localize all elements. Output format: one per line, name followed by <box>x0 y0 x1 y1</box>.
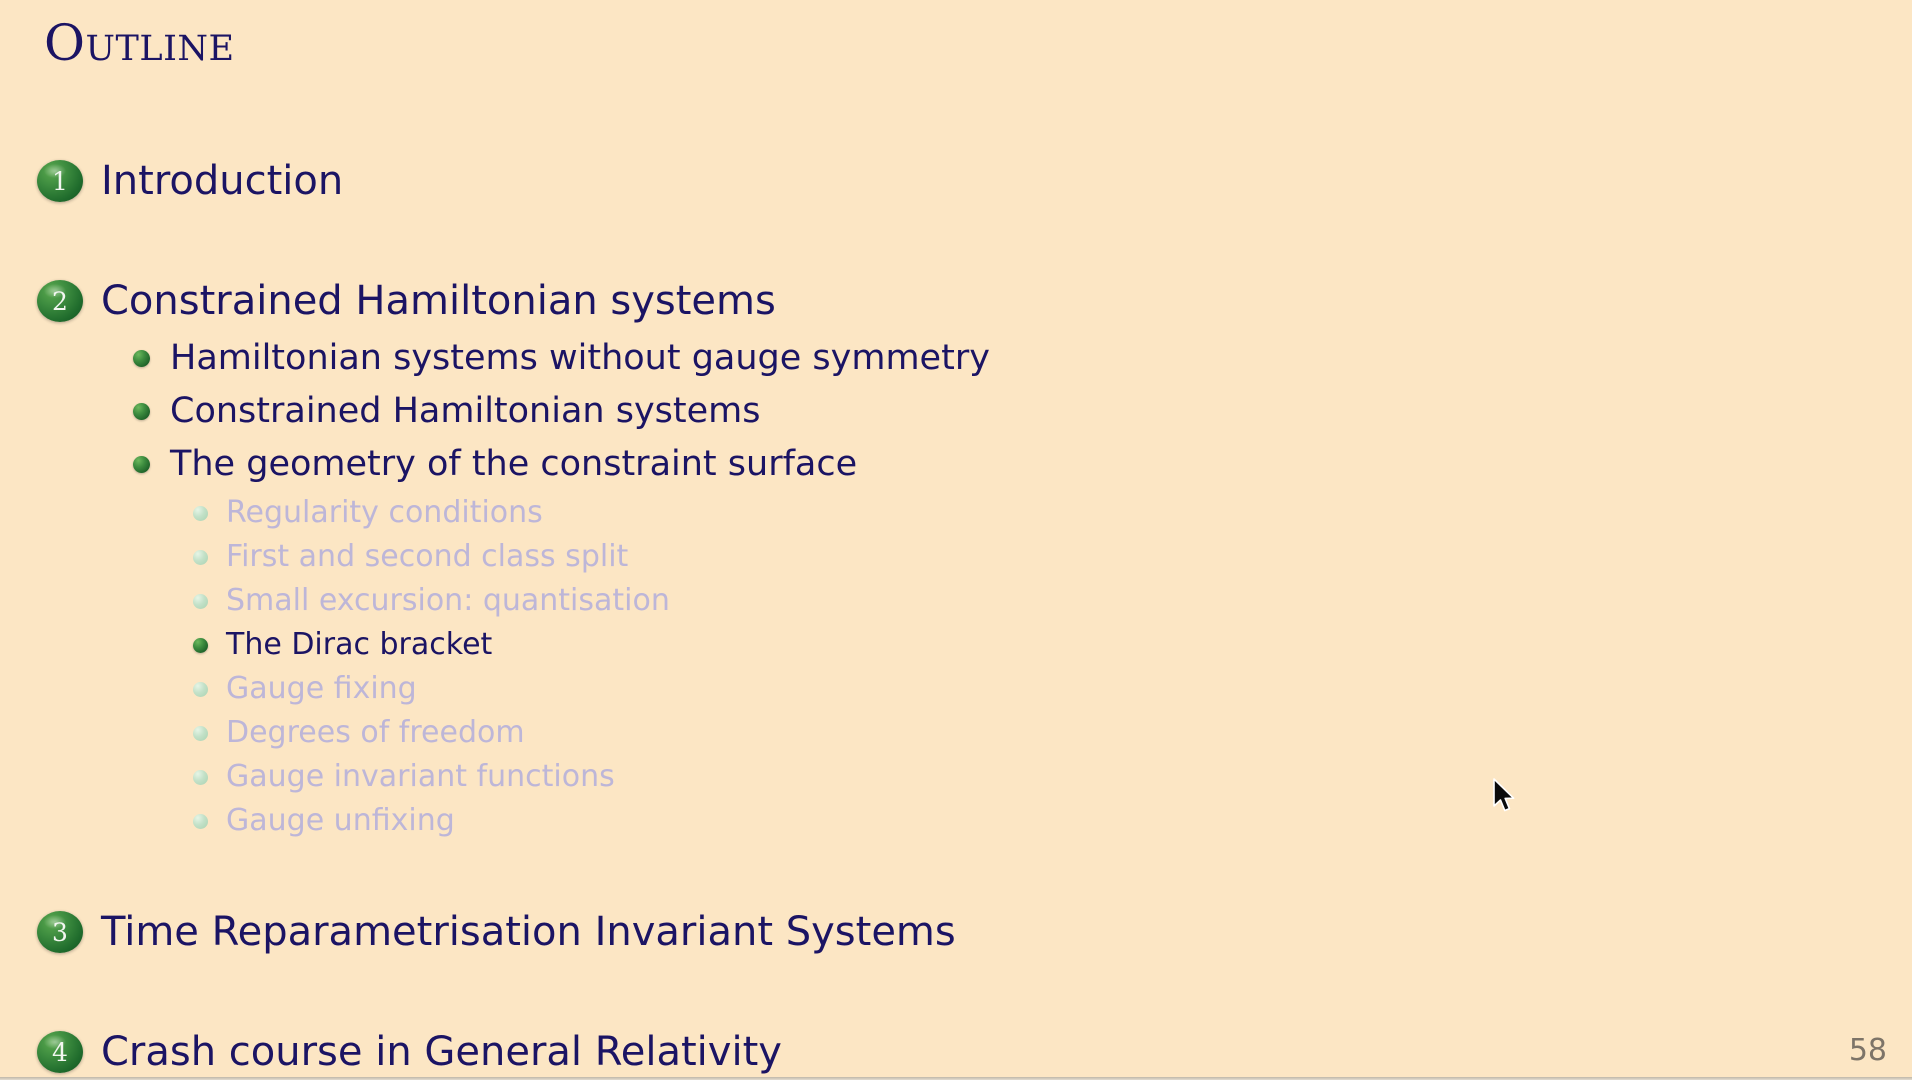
subsubsection-title: Gauge fixing <box>226 671 417 707</box>
outline-subsection-the-geometry-of-the-constraint-surface[interactable]: The geometry of the constraint surface <box>0 438 1912 491</box>
section-number-label: 1 <box>52 166 68 196</box>
outline-list: 1 Introduction 2 Constrained Hamiltonian… <box>0 150 1912 1080</box>
section-number-badge: 1 <box>37 160 83 202</box>
page-title: Outline <box>44 14 235 72</box>
section-number-label: 3 <box>52 917 68 947</box>
bullet-ball-icon <box>193 769 208 785</box>
outline-subsubsection-degrees-of-freedom[interactable]: Degrees of freedom <box>0 711 1912 755</box>
section-title: Time Reparametrisation Invariant Systems <box>101 909 956 955</box>
bullet-ball-icon <box>133 403 150 420</box>
section-title: Introduction <box>101 158 344 204</box>
section-number-badge: 3 <box>37 911 83 953</box>
outline-subsubsection-gauge-invariant-functions[interactable]: Gauge invariant functions <box>0 755 1912 799</box>
outline-subsubsection-small-excursion-quantisation[interactable]: Small excursion: quantisation <box>0 579 1912 623</box>
section-number-badge: 4 <box>37 1031 83 1073</box>
subsubsection-title: The Dirac bracket <box>226 627 493 663</box>
section-number-label: 2 <box>52 286 68 316</box>
bullet-ball-icon <box>193 813 208 829</box>
bullet-ball-icon <box>193 593 208 609</box>
page-number: 58 <box>1848 1033 1887 1068</box>
outline-section-constrained-hamiltonian-systems[interactable]: 2 Constrained Hamiltonian systems <box>0 270 1912 332</box>
section-title: Crash course in General Relativity <box>101 1029 782 1075</box>
subsubsection-title: Regularity conditions <box>226 495 543 531</box>
subsubsection-title: Small excursion: quantisation <box>226 583 670 619</box>
bullet-ball-icon <box>193 505 208 521</box>
outline-section-crash-course-in-general-relativity[interactable]: 4 Crash course in General Relativity <box>0 1021 1912 1080</box>
bullet-ball-icon <box>193 725 208 741</box>
outline-subsubsection-first-and-second-class-split[interactable]: First and second class split <box>0 535 1912 579</box>
bullet-ball-icon <box>193 681 208 697</box>
section-number-badge: 2 <box>37 280 83 322</box>
section-number-label: 4 <box>52 1037 68 1067</box>
outline-section-introduction[interactable]: 1 Introduction <box>0 150 1912 212</box>
bullet-ball-icon <box>133 456 150 473</box>
subsubsection-title: First and second class split <box>226 539 629 575</box>
subsubsection-title: Gauge invariant functions <box>226 759 615 795</box>
subsection-title: Constrained Hamiltonian systems <box>170 391 761 432</box>
outline-subsubsection-regularity-conditions[interactable]: Regularity conditions <box>0 491 1912 535</box>
subsection-title: The geometry of the constraint surface <box>170 444 858 485</box>
presentation-slide: Outline 1 Introduction 2 Constrained Ham… <box>0 0 1912 1080</box>
outline-subsection-constrained-hamiltonian-systems[interactable]: Constrained Hamiltonian systems <box>0 385 1912 438</box>
bullet-ball-icon <box>193 549 208 565</box>
outline-subsubsection-gauge-unfixing[interactable]: Gauge unfixing <box>0 799 1912 843</box>
outline-subsubsection-gauge-fixing[interactable]: Gauge fixing <box>0 667 1912 711</box>
outline-subsection-hamiltonian-systems-without-gauge-symmetry[interactable]: Hamiltonian systems without gauge symmet… <box>0 332 1912 385</box>
bullet-ball-icon <box>193 637 208 653</box>
section-title: Constrained Hamiltonian systems <box>101 278 776 324</box>
subsubsection-title: Gauge unfixing <box>226 803 455 839</box>
outline-section-time-reparametrisation-invariant-systems[interactable]: 3 Time Reparametrisation Invariant Syste… <box>0 901 1912 963</box>
bullet-ball-icon <box>133 350 150 367</box>
subsubsection-title: Degrees of freedom <box>226 715 525 751</box>
outline-subsubsection-the-dirac-bracket[interactable]: The Dirac bracket <box>0 623 1912 667</box>
subsection-title: Hamiltonian systems without gauge symmet… <box>170 338 990 379</box>
